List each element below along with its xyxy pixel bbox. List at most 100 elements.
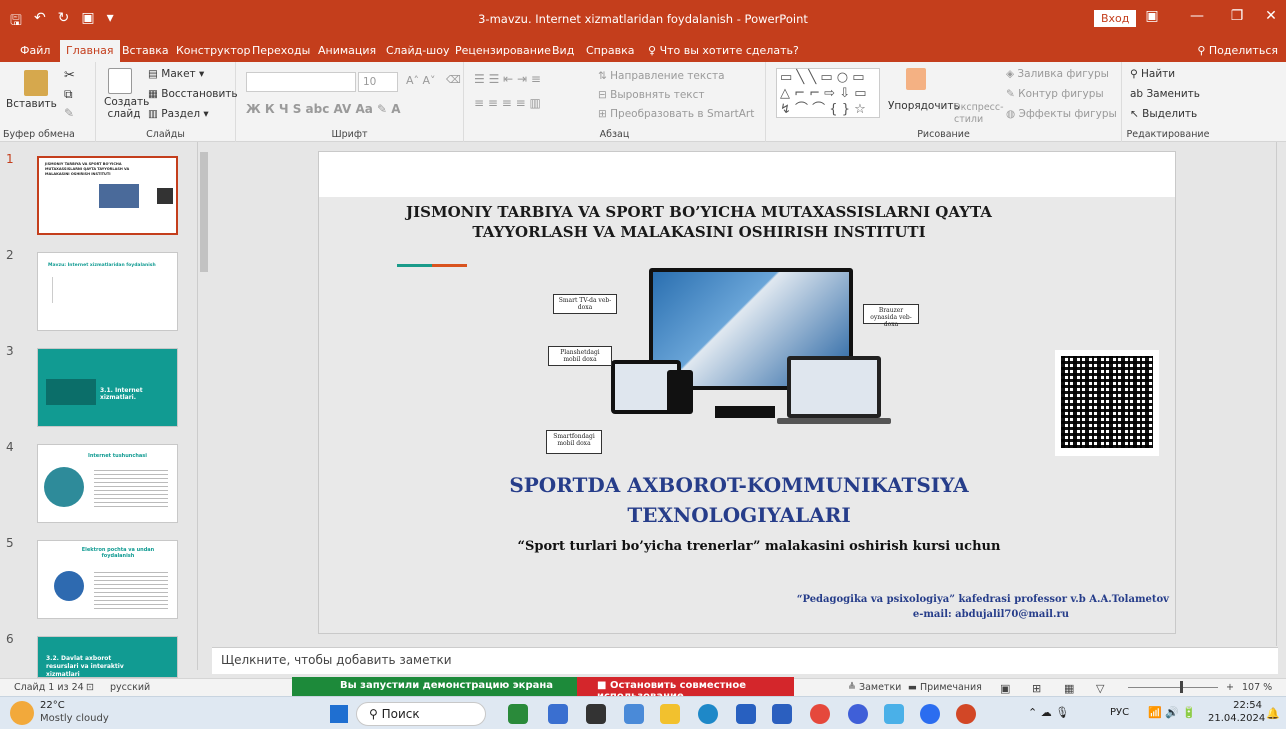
language-indicator[interactable]: русский — [110, 682, 150, 693]
slide-sorter-icon[interactable]: ⊞ — [1032, 682, 1041, 695]
tab-view[interactable]: Вид — [546, 42, 580, 59]
grow-font-icon[interactable]: A˄ A˅ — [406, 74, 436, 87]
powerpoint-icon[interactable] — [956, 704, 976, 724]
paste-button[interactable]: Вставить — [6, 98, 57, 110]
minimize-button[interactable]: — — [1182, 8, 1212, 24]
restore-button[interactable]: ❐ — [1222, 8, 1252, 24]
normal-view-icon[interactable]: ▣ — [1000, 682, 1010, 695]
paste-icon[interactable] — [24, 70, 48, 96]
qr-code-image[interactable] — [1055, 350, 1159, 456]
tell-me-box[interactable]: ♀ Что вы хотите сделать? — [642, 42, 805, 59]
tab-design[interactable]: Конструктор — [170, 42, 256, 59]
arrange-icon[interactable] — [906, 68, 926, 90]
tab-review[interactable]: Рецензирование — [449, 42, 557, 59]
reset-button[interactable]: ▦ Восстановить — [148, 88, 238, 100]
edge-icon[interactable] — [698, 704, 718, 724]
arrange-button[interactable]: Упорядочить — [888, 100, 960, 112]
notification-icon[interactable]: 🔔 — [1266, 707, 1280, 720]
stop-sharing-button[interactable]: ■ Остановить совместное использование — [577, 677, 794, 702]
shape-outline-button[interactable]: ✎ Контур фигуры — [1006, 88, 1104, 100]
slideshow-view-icon[interactable]: ▽ — [1096, 682, 1104, 695]
clear-format-icon[interactable]: ⌫ — [446, 74, 461, 86]
tab-slideshow[interactable]: Слайд-шоу — [380, 42, 455, 59]
file-explorer-icon[interactable] — [660, 704, 680, 724]
zoom-slider-thumb[interactable] — [1180, 681, 1183, 693]
list-icons[interactable]: ☰ ☰ ⇤ ⇥ ≡ — [474, 72, 541, 86]
cut-icon[interactable]: ✂ — [64, 68, 75, 83]
copy-icon[interactable]: ⧉ — [64, 87, 73, 102]
thumbnail-scrollbar[interactable] — [197, 142, 209, 670]
layout-button[interactable]: ▤ Макет ▾ — [148, 68, 204, 80]
clock-time[interactable]: 22:54 — [1218, 700, 1262, 711]
thumbnail-slide-3[interactable]: 3.1. Internet xizmatlari. — [37, 348, 178, 427]
thumbnail-slide-4[interactable]: Internet tushunchasi — [37, 444, 178, 523]
weather-icon[interactable] — [10, 701, 34, 725]
spelling-icon[interactable]: ⊡ — [86, 682, 94, 693]
comments-toggle[interactable]: ▬ Примечания — [908, 682, 982, 693]
tab-transitions[interactable]: Переходы — [246, 42, 316, 59]
thumbnail-slide-2[interactable]: Mavzu: Internet xizmatlaridan foydalanis… — [37, 252, 178, 331]
ribbon-display-icon[interactable]: ▣ — [1137, 8, 1167, 24]
zoom-slider[interactable] — [1128, 687, 1218, 688]
word-icon[interactable] — [772, 704, 792, 724]
thumbnail-slide-1[interactable]: JISMONIY TARBIYA VA SPORT BO'YICHA MUTAX… — [37, 156, 178, 235]
close-button[interactable]: ✕ — [1256, 8, 1286, 24]
store-icon[interactable] — [736, 704, 756, 724]
network-volume-icons[interactable]: 📶 🔊 🔋 — [1148, 706, 1196, 719]
thumbnail-slide-5[interactable]: Elektron pochta va undan foydalanish — [37, 540, 178, 619]
new-slide-button[interactable]: Создать слайд — [104, 96, 149, 120]
subtitle[interactable]: “Sport turlari bo’yicha trenerlar” malak… — [479, 539, 1039, 554]
clock-date[interactable]: 21.04.2024 — [1208, 713, 1265, 724]
zoom-in-icon[interactable]: + — [1226, 682, 1234, 693]
tab-home[interactable]: Главная — [60, 40, 120, 62]
replace-button[interactable]: ab Заменить — [1130, 88, 1200, 100]
tab-animations[interactable]: Анимация — [312, 42, 382, 59]
taskbar-search[interactable]: ⚲ Поиск — [356, 702, 486, 726]
tab-insert[interactable]: Вставка — [116, 42, 175, 59]
callout-smart-tv[interactable]: Smart TV-da veb-doxa — [553, 294, 617, 314]
font-name-box[interactable] — [246, 72, 356, 92]
reading-view-icon[interactable]: ▦ — [1064, 682, 1074, 695]
callout-tablet[interactable]: Planshetdagi mobil doxa — [548, 346, 612, 366]
zoom-app-icon[interactable] — [920, 704, 940, 724]
quick-styles-button[interactable]: Экспресс-стили — [954, 102, 1004, 126]
app-icon-3[interactable] — [586, 704, 606, 724]
new-slide-icon[interactable] — [108, 68, 132, 94]
tab-file[interactable]: Файл — [14, 42, 56, 59]
share-button[interactable]: ⚲ Поделиться — [1197, 44, 1278, 57]
tab-help[interactable]: Справка — [580, 42, 640, 59]
app-icon-5[interactable] — [884, 704, 904, 724]
font-size-box[interactable]: 10 — [358, 72, 398, 92]
app-icon-4[interactable] — [624, 704, 644, 724]
author-block[interactable]: “Pedagogika va psixologiya” kafedrasi pr… — [759, 592, 1169, 622]
input-language[interactable]: РУС — [1110, 707, 1129, 718]
tray-icons[interactable]: ⌃ ☁ 🎙 — [1028, 706, 1069, 719]
notes-pane[interactable]: Щелкните, чтобы добавить заметки — [212, 647, 1278, 674]
slide-scrollbar[interactable] — [1276, 142, 1286, 646]
chrome-icon[interactable] — [810, 704, 830, 724]
weather-temp[interactable]: 22°C — [40, 700, 65, 711]
font-format-icons[interactable]: Ж К Ч S abc AV Aa ✎ A — [246, 102, 401, 116]
thumbnail-slide-6[interactable]: 3.2. Davlat axborot resurslari va intera… — [37, 636, 178, 678]
shapes-gallery[interactable]: ▭ ╲ ╲ ▭ ○ ▭ △ ⌐ ⌐ ⇨ ⇩ ▭ ↯ ⌒ ⌒ { } ☆ — [776, 68, 880, 118]
weather-desc[interactable]: Mostly cloudy — [40, 713, 109, 724]
format-painter-icon[interactable]: ✎ — [64, 106, 74, 120]
slide-canvas[interactable]: JISMONIY TARBIYA VA SPORT BO’YICHA MUTAX… — [318, 151, 1176, 634]
smartart-button[interactable]: ⊞ Преобразовать в SmartArt — [598, 108, 754, 120]
align-text-button[interactable]: ⊟ Выровнять текст — [598, 89, 705, 101]
app-icon-1[interactable] — [508, 704, 528, 724]
zoom-level[interactable]: 107 % — [1242, 682, 1272, 693]
messenger-icon[interactable] — [848, 704, 868, 724]
callout-browser[interactable]: Brauzer oynasida veb-doxa — [863, 304, 919, 328]
shape-fill-button[interactable]: ◈ Заливка фигуры — [1006, 68, 1109, 80]
main-title[interactable]: SPORTDA AXBOROT-KOMMUNIKATSIYA TEXNOLOGI… — [459, 470, 1019, 530]
text-direction-button[interactable]: ⇅ Направление текста — [598, 70, 725, 82]
align-icons[interactable]: ≡ ≡ ≡ ≡ ▥ — [474, 96, 541, 110]
select-button[interactable]: ↖ Выделить — [1130, 108, 1197, 120]
scrollbar-thumb[interactable] — [200, 152, 208, 272]
callout-smartphone[interactable]: Smartfondagi mobil doxa — [546, 430, 602, 454]
notes-toggle[interactable]: ≜ Заметки — [848, 682, 901, 693]
section-button[interactable]: ▥ Раздел ▾ — [148, 108, 209, 120]
shape-effects-button[interactable]: ◍ Эффекты фигуры — [1006, 108, 1117, 120]
institute-title[interactable]: JISMONIY TARBIYA VA SPORT BO’YICHA MUTAX… — [359, 202, 1039, 242]
